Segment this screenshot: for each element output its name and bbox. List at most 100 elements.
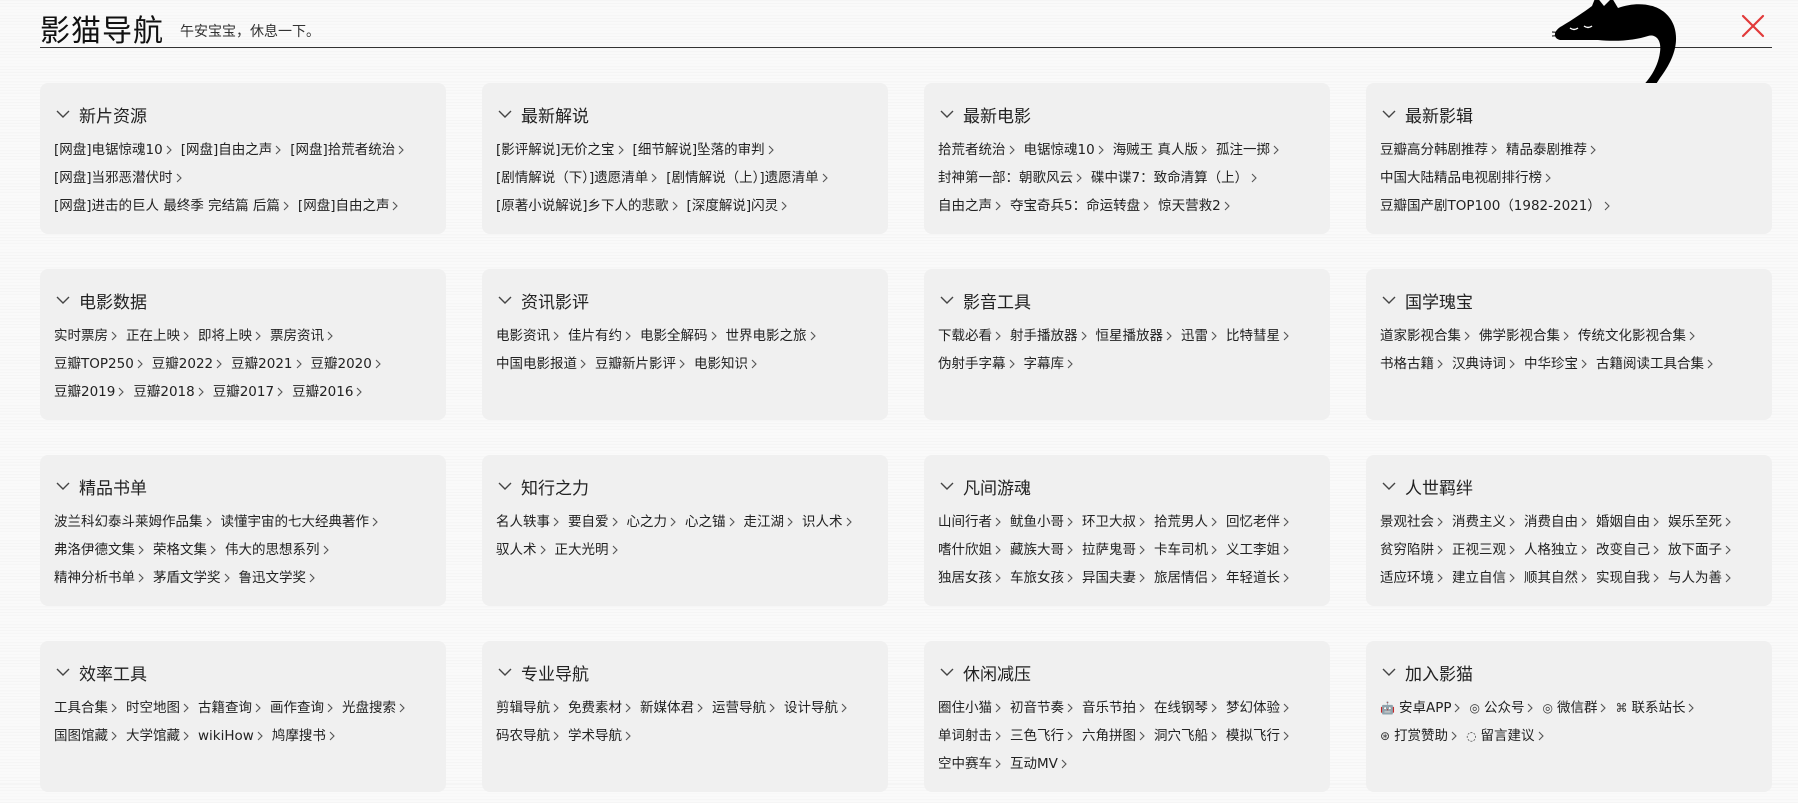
nav-link[interactable]: 贫穷陷阱	[1380, 536, 1444, 564]
nav-link[interactable]: 环卫大叔	[1082, 508, 1146, 536]
chevron-down-icon[interactable]	[938, 663, 956, 681]
chevron-down-icon[interactable]	[496, 291, 514, 309]
card-header[interactable]: 精品书单	[54, 474, 432, 499]
chevron-down-icon[interactable]	[938, 477, 956, 495]
nav-link[interactable]: 精神分析书单	[54, 564, 145, 592]
nav-link[interactable]: 实时票房	[54, 322, 118, 350]
nav-link[interactable]: 读懂宇宙的七大经典著作	[221, 508, 380, 536]
close-icon[interactable]	[1738, 11, 1768, 41]
nav-link[interactable]: 消费主义	[1452, 508, 1516, 536]
nav-link[interactable]: 汉典诗词	[1452, 350, 1516, 378]
nav-link[interactable]: 消费自由	[1524, 508, 1588, 536]
nav-link[interactable]: 中国电影报道	[496, 350, 587, 378]
card-header[interactable]: 新片资源	[54, 102, 432, 127]
card-header[interactable]: 知行之力	[496, 474, 874, 499]
nav-link[interactable]: 空中赛车	[938, 750, 1002, 778]
nav-link[interactable]: ⊛ 打赏赞助	[1380, 722, 1458, 750]
nav-link[interactable]: 电影知识	[694, 350, 758, 378]
nav-link[interactable]: [剧情解说（下）]遗愿清单	[496, 164, 658, 192]
nav-link[interactable]: 顺其自然	[1524, 564, 1588, 592]
nav-link[interactable]: 光盘搜索	[342, 694, 406, 722]
nav-link[interactable]: 迅雷	[1181, 322, 1218, 350]
nav-link[interactable]: [网盘]电锯惊魂10	[54, 136, 173, 164]
nav-link[interactable]: 海贼王 真人版	[1113, 136, 1208, 164]
nav-link[interactable]: 旅居情侣	[1154, 564, 1218, 592]
nav-link[interactable]: 圈住小猫	[938, 694, 1002, 722]
nav-link[interactable]: 在线钢琴	[1154, 694, 1218, 722]
nav-link[interactable]: 设计导航	[784, 694, 848, 722]
nav-link[interactable]: 名人轶事	[496, 508, 560, 536]
nav-link[interactable]: 嗜什欣姐	[938, 536, 1002, 564]
nav-link[interactable]: 豆瓣2017	[213, 378, 284, 406]
nav-link[interactable]: 电锯惊魂10	[1024, 136, 1105, 164]
nav-link[interactable]: 电影全解码	[640, 322, 718, 350]
nav-link[interactable]: 豆瓣新片影评	[595, 350, 686, 378]
nav-link[interactable]: 大学馆藏	[126, 722, 190, 750]
nav-link[interactable]: 中华珍宝	[1524, 350, 1588, 378]
nav-link[interactable]: 改变自己	[1596, 536, 1660, 564]
nav-link[interactable]: 年轻道长	[1226, 564, 1290, 592]
nav-link[interactable]: ◎ 微信群	[1542, 694, 1607, 722]
nav-link[interactable]: [网盘]进击的巨人 最终季 完结篇 后篇	[54, 192, 290, 220]
card-header[interactable]: 加入影猫	[1380, 660, 1758, 685]
nav-link[interactable]: 新媒体君	[640, 694, 704, 722]
nav-link[interactable]: [剧情解说（上）]遗愿清单	[666, 164, 828, 192]
nav-link[interactable]: 卡车司机	[1154, 536, 1218, 564]
nav-link[interactable]: 🤖 安卓APP	[1380, 694, 1461, 722]
nav-link[interactable]: 世界电影之旅	[726, 322, 817, 350]
nav-link[interactable]: 精品泰剧推荐	[1506, 136, 1597, 164]
card-header[interactable]: 资讯影评	[496, 288, 874, 313]
nav-link[interactable]: [原著小说解说]乡下人的悲歌	[496, 192, 679, 220]
nav-link[interactable]: 模拟飞行	[1226, 722, 1290, 750]
nav-link[interactable]: 建立自信	[1452, 564, 1516, 592]
nav-link[interactable]: 自由之声	[938, 192, 1002, 220]
nav-link[interactable]: 下载必看	[938, 322, 1002, 350]
nav-link[interactable]: 孤注一掷	[1216, 136, 1280, 164]
nav-link[interactable]: 豆瓣2018	[133, 378, 204, 406]
nav-link[interactable]: 波兰科幻泰斗莱姆作品集	[54, 508, 213, 536]
chevron-down-icon[interactable]	[496, 105, 514, 123]
nav-link[interactable]: 豆瓣国产剧TOP100（1982-2021）	[1380, 192, 1611, 220]
nav-link[interactable]: 正在上映	[126, 322, 190, 350]
nav-link[interactable]: 古籍阅读工具合集	[1596, 350, 1714, 378]
nav-link[interactable]: 电影资讯	[496, 322, 560, 350]
nav-link[interactable]: 豆瓣2020	[311, 350, 382, 378]
nav-link[interactable]: ⌘ 联系站长	[1615, 694, 1695, 722]
nav-link[interactable]: 与人为善	[1668, 564, 1732, 592]
card-header[interactable]: 国学瑰宝	[1380, 288, 1758, 313]
nav-link[interactable]: 豆瓣2016	[292, 378, 363, 406]
nav-link[interactable]: 放下面子	[1668, 536, 1732, 564]
nav-link[interactable]: 传统文化影视合集	[1578, 322, 1696, 350]
nav-link[interactable]: 心之力	[627, 508, 678, 536]
nav-link[interactable]: 中国大陆精品电视剧排行榜	[1380, 164, 1552, 192]
nav-link[interactable]: [细节解说]坠落的审判	[633, 136, 775, 164]
card-header[interactable]: 专业导航	[496, 660, 874, 685]
nav-link[interactable]: 藏族大哥	[1010, 536, 1074, 564]
chevron-down-icon[interactable]	[54, 291, 72, 309]
nav-link[interactable]: 时空地图	[126, 694, 190, 722]
chevron-down-icon[interactable]	[938, 105, 956, 123]
nav-link[interactable]: 佳片有约	[568, 322, 632, 350]
nav-link[interactable]: [影评解说]无价之宝	[496, 136, 625, 164]
nav-link[interactable]: 运营导航	[712, 694, 776, 722]
nav-link[interactable]: 弗洛伊德文集	[54, 536, 145, 564]
card-header[interactable]: 最新电影	[938, 102, 1316, 127]
nav-link[interactable]: 国图馆藏	[54, 722, 118, 750]
card-header[interactable]: 人世羁绊	[1380, 474, 1758, 499]
nav-link[interactable]: 豆瓣高分韩剧推荐	[1380, 136, 1498, 164]
nav-link[interactable]: 豆瓣TOP250	[54, 350, 144, 378]
nav-link[interactable]: 票房资讯	[270, 322, 334, 350]
nav-link[interactable]: 拾荒男人	[1154, 508, 1218, 536]
nav-link[interactable]: 梦幻体验	[1226, 694, 1290, 722]
card-header[interactable]: 电影数据	[54, 288, 432, 313]
chevron-down-icon[interactable]	[1380, 105, 1398, 123]
nav-link[interactable]: 正大光明	[555, 536, 619, 564]
nav-link[interactable]: 互动MV	[1010, 750, 1068, 778]
nav-link[interactable]: 驭人术	[496, 536, 547, 564]
nav-link[interactable]: 山间行者	[938, 508, 1002, 536]
nav-link[interactable]: 射手播放器	[1010, 322, 1088, 350]
nav-link[interactable]: 单词射击	[938, 722, 1002, 750]
nav-link[interactable]: 适应环境	[1380, 564, 1444, 592]
nav-link[interactable]: 拉萨鬼哥	[1082, 536, 1146, 564]
nav-link[interactable]: [深度解说]闪灵	[687, 192, 789, 220]
